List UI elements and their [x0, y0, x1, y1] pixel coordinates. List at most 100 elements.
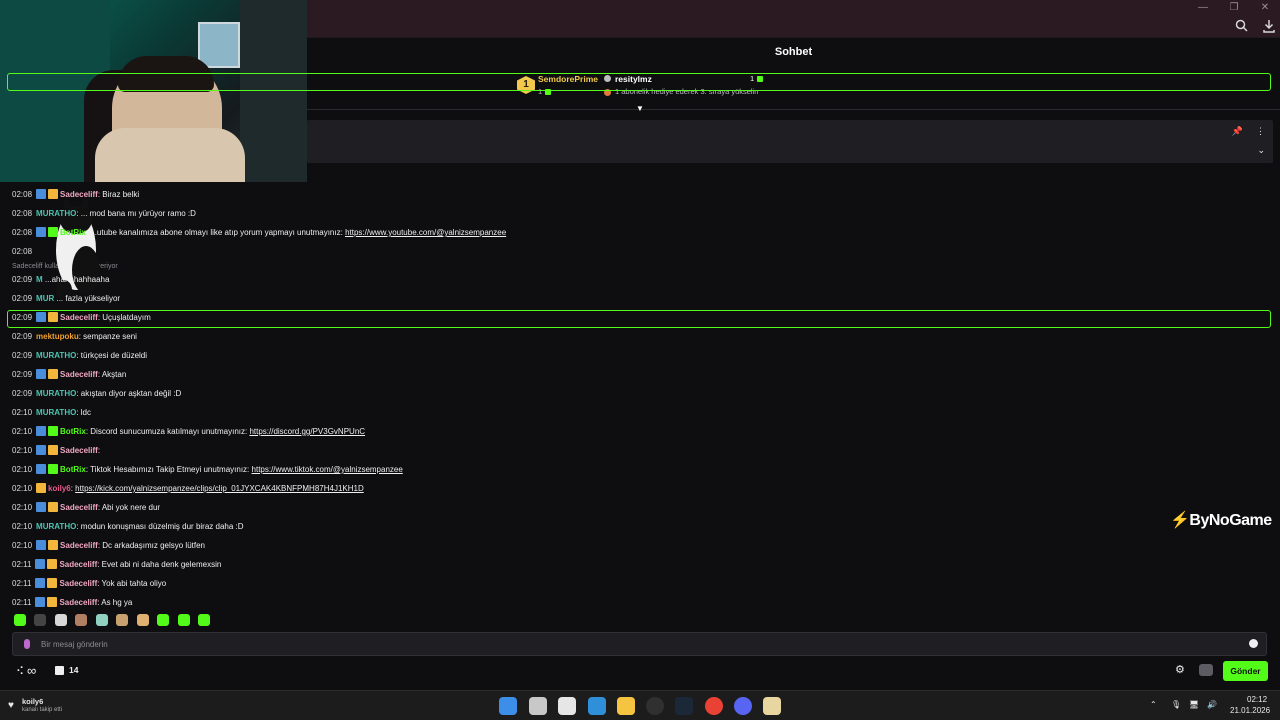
verified-bot-badge-icon[interactable]	[48, 464, 59, 474]
message-username[interactable]: BotRix	[60, 465, 86, 474]
emoji-picker-icon[interactable]	[1249, 639, 1258, 648]
emote-icon[interactable]	[34, 614, 47, 626]
message-username[interactable]: Sadeceliff	[60, 446, 98, 455]
snipping-tool-icon[interactable]	[558, 697, 576, 715]
pin-icon[interactable]: 📌	[1232, 126, 1243, 137]
subscriber-badge-icon[interactable]	[48, 445, 59, 455]
microphone-icon[interactable]: 🎙	[1171, 700, 1181, 709]
message-username[interactable]: BotRix	[60, 228, 86, 237]
verified-bot-badge-icon[interactable]	[48, 227, 59, 237]
moderator-badge-icon[interactable]	[35, 559, 46, 569]
subscriber-badge-icon[interactable]	[47, 559, 58, 569]
clock-time[interactable]: 02:12	[1247, 695, 1267, 704]
moderator-badge-icon[interactable]	[36, 540, 47, 550]
chat-message[interactable]: 02:08 BotRix: ...utube kanalımıza abone o…	[12, 226, 506, 244]
message-username[interactable]: Sadeceliff	[60, 370, 98, 379]
message-username[interactable]: MURATHO	[36, 389, 76, 398]
file-explorer-icon[interactable]	[617, 697, 635, 715]
chat-message[interactable]: 02:10 BotRix: Discord sunucumuza katılmay…	[12, 425, 365, 443]
message-username[interactable]: BotRix	[60, 427, 86, 436]
subscriber-badge-icon[interactable]	[47, 578, 58, 588]
store-icon[interactable]	[55, 666, 64, 675]
emote-icon[interactable]	[116, 614, 129, 626]
chat-message[interactable]: 02:11 Sadeceliff: As hg ya	[12, 596, 132, 614]
photos-icon[interactable]	[588, 697, 606, 715]
chat-message[interactable]: 02:10 Sadeceliff: Abi yok nere dur	[12, 501, 160, 519]
chat-message[interactable]: 02:10 Sadeceliff:	[12, 444, 100, 462]
message-username[interactable]: Sadeceliff	[59, 560, 97, 569]
chat-message[interactable]: 02:10 koily6: https://kick.com/yalnizsemp…	[12, 482, 364, 500]
chat-message[interactable]: 02:11 Sadeceliff: Yok abi tahta oliyo	[12, 577, 166, 595]
emote-icon[interactable]	[136, 614, 149, 626]
chat-message[interactable]: 02:10 MURATHO: modun konuşması düzelmiş d…	[12, 520, 244, 538]
notification-user[interactable]: koily6	[22, 697, 43, 706]
chrome-icon[interactable]	[705, 697, 723, 715]
emote-icon[interactable]	[157, 614, 170, 626]
message-username[interactable]: MURATHO	[36, 408, 76, 417]
emote-icon[interactable]	[75, 614, 88, 626]
message-username[interactable]: Sadeceliff	[60, 190, 98, 199]
moderator-badge-icon[interactable]	[36, 227, 47, 237]
subscriber-badge-icon[interactable]	[48, 369, 59, 379]
chat-message[interactable]: 02:09 mektupoku: sempanze seni	[12, 330, 137, 348]
start-icon[interactable]	[499, 697, 517, 715]
obs-icon[interactable]	[646, 697, 664, 715]
maximize-button[interactable]: ❐	[1227, 2, 1241, 13]
chat-message[interactable]: 02:08 MURATHO: ... mod bana mı yürüyor ra…	[12, 207, 196, 225]
moderator-badge-icon[interactable]	[36, 369, 47, 379]
chat-message[interactable]: 02:09 MUR ... fazla yükseliyor	[12, 292, 120, 310]
emote-icon[interactable]	[198, 614, 211, 626]
message-username[interactable]: Sadeceliff	[59, 598, 97, 607]
moderator-badge-icon[interactable]	[36, 464, 47, 474]
tray-chevron-icon[interactable]: ⌃	[1150, 700, 1157, 709]
moderator-badge-icon[interactable]	[36, 502, 47, 512]
message-username[interactable]: Sadeceliff	[59, 579, 97, 588]
message-username[interactable]: MURATHO	[36, 351, 76, 360]
send-button[interactable]: Gönder	[1223, 661, 1268, 681]
chat-message[interactable]: 02:09 Sadeceliff: Akştan	[12, 368, 126, 386]
subscriber-badge-icon[interactable]	[36, 483, 47, 493]
chevron-down-icon[interactable]: ⌄	[1257, 145, 1265, 156]
pinned-message[interactable]: 📌 ⋮ ⌄	[307, 120, 1273, 163]
verified-bot-badge-icon[interactable]	[48, 426, 59, 436]
chat-message[interactable]: 02:10 Sadeceliff: Dc arkadaşımız gelsyo l…	[12, 539, 205, 557]
collapse-leaderboard-icon[interactable]: ▼	[635, 104, 645, 114]
moderator-badge-icon[interactable]	[36, 445, 47, 455]
moderator-badge-icon[interactable]	[35, 597, 46, 607]
clock-date[interactable]: 21.01.2026	[1230, 706, 1270, 715]
minimize-button[interactable]: —	[1196, 2, 1210, 13]
more-options-icon[interactable]: ⋮	[1256, 126, 1265, 137]
moderator-badge-icon[interactable]	[36, 426, 47, 436]
subscriber-badge-icon[interactable]	[47, 597, 58, 607]
chat-message[interactable]: 02:10 BotRix: Tiktok Hesabımızı Takip Etm…	[12, 463, 403, 481]
moderator-badge-icon[interactable]	[35, 578, 46, 588]
mic-icon[interactable]	[24, 639, 30, 649]
message-username[interactable]: koily6	[48, 484, 71, 493]
message-link[interactable]: https://discord.gg/PV3GvNPUnC	[249, 427, 365, 436]
emote-icon[interactable]	[14, 614, 26, 626]
media-player-icon[interactable]	[763, 697, 781, 715]
gamepad-icon[interactable]	[1199, 664, 1213, 676]
discord-icon[interactable]	[734, 697, 752, 715]
settings-icon[interactable]: ⚙	[1175, 663, 1185, 676]
download-icon[interactable]	[1261, 18, 1277, 34]
message-input[interactable]	[41, 637, 1221, 651]
subscriber-badge-icon[interactable]	[48, 189, 59, 199]
volume-icon[interactable]: 🔊	[1207, 700, 1217, 709]
chat-message[interactable]: 02:09 M ...ahahahahhaaha	[12, 273, 109, 291]
chat-message[interactable]: 02:08	[12, 245, 36, 263]
message-link[interactable]: https://kick.com/yalnizsempanzee/clips/c…	[75, 484, 364, 493]
emote-icon[interactable]	[54, 614, 67, 626]
search-icon[interactable]	[1234, 18, 1250, 34]
message-username[interactable]: mektupoku	[36, 332, 79, 341]
close-button[interactable]: ✕	[1258, 2, 1272, 13]
message-username[interactable]: M	[36, 275, 43, 284]
message-link[interactable]: https://www.youtube.com/@yalnizsempanzee	[345, 228, 506, 237]
chat-message[interactable]: 02:08 Sadeceliff: Biraz belki	[12, 188, 139, 206]
message-username[interactable]: MURATHO	[36, 522, 76, 531]
subscriber-badge-icon[interactable]	[48, 502, 59, 512]
emote-icon[interactable]	[177, 614, 190, 626]
task-view-icon[interactable]	[529, 697, 547, 715]
chat-message[interactable]: 02:10 MURATHO: ldc	[12, 406, 91, 424]
subscriber-badge-icon[interactable]	[48, 540, 59, 550]
